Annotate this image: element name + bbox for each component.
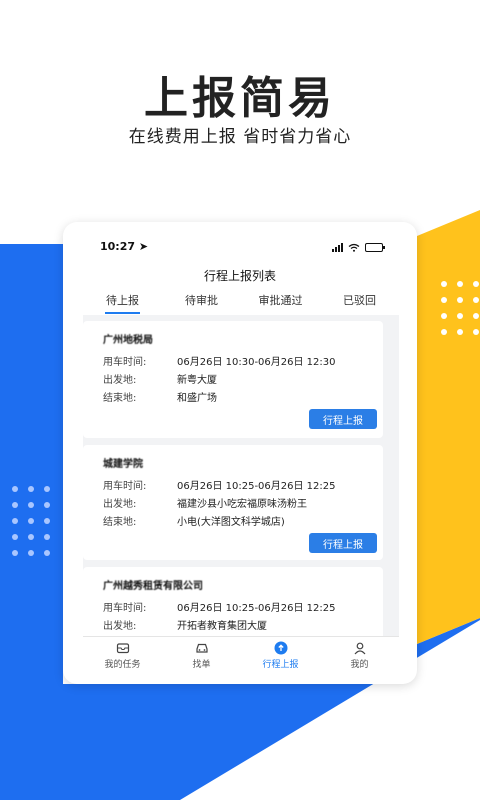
tab-pending-approval[interactable]: 待审批 bbox=[162, 292, 241, 314]
trip-card[interactable]: 城建学院 用车时间: 06月26日 10:25-06月26日 12:25 出发地:… bbox=[83, 445, 383, 560]
report-trip-button[interactable]: 行程上报 bbox=[309, 409, 377, 429]
trip-card[interactable]: 广州越秀租赁有限公司 用车时间: 06月26日 10:25-06月26日 12:2… bbox=[83, 567, 383, 637]
hero-subtitle: 在线费用上报 省时省力省心 bbox=[128, 127, 352, 147]
decorative-dots-right bbox=[441, 281, 479, 335]
card-row-time: 用车时间: 06月26日 10:25-06月26日 12:25 bbox=[103, 481, 336, 492]
hero-title: 上报简易 bbox=[144, 73, 336, 124]
tabbar-item-find-orders[interactable]: 找单 bbox=[162, 637, 241, 672]
trip-card[interactable]: 广州地税局 用车时间: 06月26日 10:30-06月26日 12:30 出发地… bbox=[83, 321, 383, 438]
card-row-end: 结束地: 小电(大洋图文科学城店) bbox=[103, 517, 285, 528]
mail-icon bbox=[116, 643, 129, 654]
wifi-icon bbox=[348, 243, 360, 252]
card-row-time: 用车时间: 06月26日 10:25-06月26日 12:25 bbox=[103, 603, 336, 614]
tabbar-item-my-tasks[interactable]: 我的任务 bbox=[83, 637, 162, 672]
card-row-start: 出发地: 开拓者教育集团大厦 bbox=[103, 621, 267, 632]
tab-pending-report[interactable]: 待上报 bbox=[83, 292, 162, 314]
card-row-start: 出发地: 福建沙县小吃宏福原味汤粉王 bbox=[103, 499, 307, 510]
status-tabs: 待上报 待审批 审批通过 已驳回 bbox=[83, 292, 399, 314]
bottom-tabbar: 我的任务 找单 行程上报 我的 bbox=[83, 636, 399, 672]
signal-icon bbox=[332, 243, 343, 252]
car-icon bbox=[195, 643, 208, 653]
card-title: 广州地税局 bbox=[103, 335, 153, 346]
tab-approved[interactable]: 审批通过 bbox=[241, 292, 320, 314]
tabbar-item-me[interactable]: 我的 bbox=[320, 637, 399, 672]
card-row-end: 结束地: 和盛广场 bbox=[103, 393, 217, 404]
card-title: 广州越秀租赁有限公司 bbox=[103, 581, 203, 592]
user-icon bbox=[354, 642, 365, 655]
phone-mockup: 10:27 ➤ 行程上报列表 待上报 待审批 审批通过 已驳回 广州地税局 用车… bbox=[63, 222, 417, 684]
status-time: 10:27 ➤ bbox=[100, 240, 149, 253]
status-bar: 10:27 ➤ bbox=[63, 240, 417, 260]
trip-list[interactable]: 广州地税局 用车时间: 06月26日 10:30-06月26日 12:30 出发地… bbox=[83, 315, 399, 637]
tab-rejected[interactable]: 已驳回 bbox=[320, 292, 399, 314]
decorative-dots-left bbox=[12, 486, 50, 556]
upload-circle-icon bbox=[274, 641, 287, 655]
card-row-start: 出发地: 新粤大厦 bbox=[103, 375, 217, 386]
yellow-shape bbox=[417, 210, 480, 644]
card-title: 城建学院 bbox=[103, 459, 143, 470]
card-row-time: 用车时间: 06月26日 10:30-06月26日 12:30 bbox=[103, 357, 336, 368]
battery-icon bbox=[365, 243, 385, 252]
tabbar-item-trip-report[interactable]: 行程上报 bbox=[241, 637, 320, 672]
report-trip-button[interactable]: 行程上报 bbox=[309, 533, 377, 553]
page-title: 行程上报列表 bbox=[203, 269, 276, 283]
